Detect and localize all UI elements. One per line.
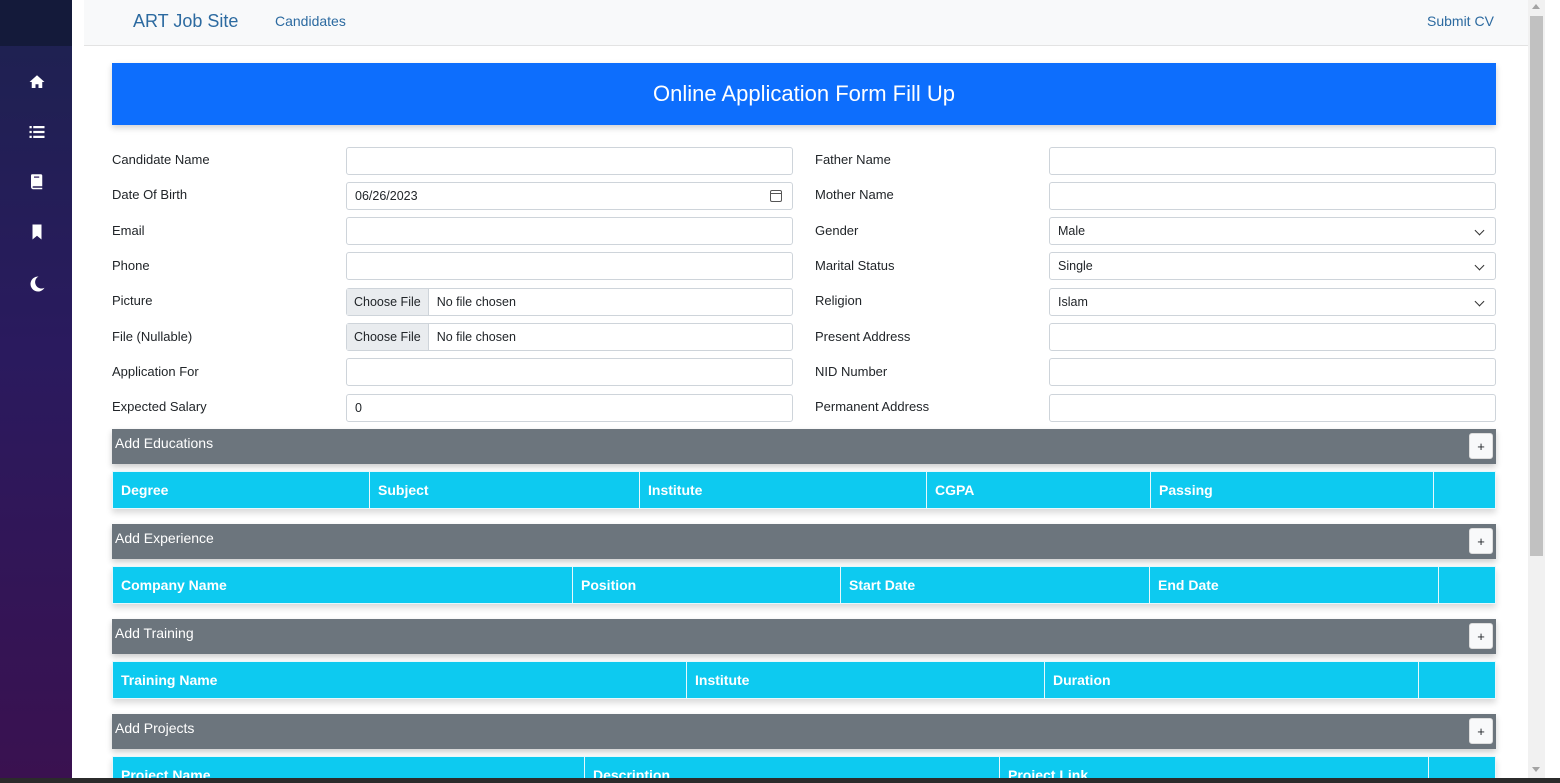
experience-section-title: Add Experience — [115, 530, 214, 546]
chevron-down-icon — [1474, 225, 1485, 236]
marital-status-value: Single — [1058, 259, 1093, 273]
religion-value: Islam — [1058, 295, 1088, 309]
add-education-button[interactable]: + — [1469, 433, 1493, 459]
candidate-name-label: Candidate Name — [112, 152, 210, 167]
table-header-cell — [1439, 567, 1495, 603]
expected-salary-input[interactable]: 0 — [346, 394, 793, 422]
training-section-header: Add Training + — [112, 619, 1496, 654]
table-header-cell: Passing — [1151, 472, 1434, 508]
dob-label: Date Of Birth — [112, 187, 188, 202]
dob-value: 06/26/2023 — [355, 189, 418, 203]
window-edge — [1545, 0, 1560, 783]
add-training-button[interactable]: + — [1469, 623, 1493, 649]
sidebar — [0, 0, 72, 783]
calendar-icon[interactable] — [770, 190, 782, 202]
experience-table-header: Company Name Position Start Date End Dat… — [112, 566, 1496, 604]
top-navbar: ART Job Site Candidates Submit CV — [84, 0, 1528, 46]
gender-value: Male — [1058, 224, 1086, 238]
nav-submit-cv-link[interactable]: Submit CV — [1427, 13, 1494, 29]
educations-section-title: Add Educations — [115, 435, 214, 451]
nid-number-label: NID Number — [815, 364, 888, 379]
file-file-status: No file chosen — [436, 330, 516, 344]
scroll-up-icon[interactable] — [1532, 4, 1540, 9]
application-for-label: Application For — [112, 364, 199, 379]
picture-choose-file-button[interactable]: Choose File — [347, 289, 429, 315]
nav-candidates-link[interactable]: Candidates — [275, 13, 346, 29]
table-header-cell: Subject — [370, 472, 640, 508]
file-label: File (Nullable) — [112, 329, 193, 344]
candidate-name-input[interactable] — [346, 147, 793, 175]
permanent-address-label: Permanent Address — [815, 399, 930, 414]
bookmark-icon[interactable] — [26, 221, 48, 243]
file-file-input[interactable]: Choose File No file chosen — [346, 323, 793, 351]
present-address-input[interactable] — [1049, 323, 1496, 351]
phone-input[interactable] — [346, 252, 793, 280]
table-header-cell: Training Name — [113, 662, 687, 698]
scroll-down-icon[interactable] — [1532, 767, 1540, 772]
father-name-input[interactable] — [1049, 147, 1496, 175]
table-header-cell: Degree — [113, 472, 370, 508]
brand-link[interactable]: ART Job Site — [133, 11, 238, 32]
training-table-header: Training Name Institute Duration — [112, 661, 1496, 699]
email-input[interactable] — [346, 217, 793, 245]
mother-name-label: Mother Name — [815, 187, 894, 202]
picture-file-status: No file chosen — [436, 295, 516, 309]
marital-status-label: Marital Status — [815, 258, 895, 273]
permanent-address-input[interactable] — [1049, 394, 1496, 422]
table-header-cell: Position — [573, 567, 841, 603]
table-header-cell: End Date — [1150, 567, 1439, 603]
projects-section-title: Add Projects — [115, 720, 195, 736]
application-for-input[interactable] — [346, 358, 793, 386]
main-content: ART Job Site Candidates Submit CV Online… — [72, 0, 1528, 783]
religion-select[interactable]: Islam — [1049, 288, 1496, 316]
table-header-cell: Institute — [640, 472, 927, 508]
book-icon[interactable] — [26, 170, 48, 192]
present-address-label: Present Address — [815, 329, 911, 344]
table-header-cell: CGPA — [927, 472, 1151, 508]
page-title: Online Application Form Fill Up — [112, 63, 1496, 125]
table-header-cell — [1419, 662, 1495, 698]
table-header-cell: Institute — [687, 662, 1045, 698]
picture-file-input[interactable]: Choose File No file chosen — [346, 288, 793, 316]
taskbar-edge — [0, 778, 1560, 783]
experience-section-header: Add Experience + — [112, 524, 1496, 559]
projects-section-header: Add Projects + — [112, 714, 1496, 749]
chevron-down-icon — [1474, 296, 1485, 307]
phone-label: Phone — [112, 258, 150, 273]
marital-status-select[interactable]: Single — [1049, 252, 1496, 280]
table-header-cell: Start Date — [841, 567, 1150, 603]
sidebar-header — [0, 0, 72, 46]
educations-section-header: Add Educations + — [112, 429, 1496, 464]
table-header-cell — [1434, 472, 1495, 508]
add-experience-button[interactable]: + — [1469, 528, 1493, 554]
father-name-label: Father Name — [815, 152, 891, 167]
expected-salary-label: Expected Salary — [112, 399, 207, 414]
table-header-cell: Company Name — [113, 567, 573, 603]
list-icon[interactable] — [26, 121, 48, 143]
moon-icon[interactable] — [26, 273, 48, 295]
nid-number-input[interactable] — [1049, 358, 1496, 386]
picture-label: Picture — [112, 293, 153, 308]
email-label: Email — [112, 223, 145, 238]
scrollbar-thumb[interactable] — [1530, 16, 1543, 556]
home-icon[interactable] — [26, 71, 48, 93]
file-choose-file-button[interactable]: Choose File — [347, 324, 429, 350]
vertical-scrollbar[interactable] — [1528, 0, 1545, 783]
chevron-down-icon — [1474, 260, 1485, 271]
add-project-button[interactable]: + — [1469, 718, 1493, 744]
religion-label: Religion — [815, 293, 862, 308]
gender-select[interactable]: Male — [1049, 217, 1496, 245]
gender-label: Gender — [815, 223, 859, 238]
table-header-cell: Duration — [1045, 662, 1419, 698]
training-section-title: Add Training — [115, 625, 194, 641]
mother-name-input[interactable] — [1049, 182, 1496, 210]
educations-table-header: Degree Subject Institute CGPA Passing — [112, 471, 1496, 509]
dob-input[interactable]: 06/26/2023 — [346, 182, 793, 210]
